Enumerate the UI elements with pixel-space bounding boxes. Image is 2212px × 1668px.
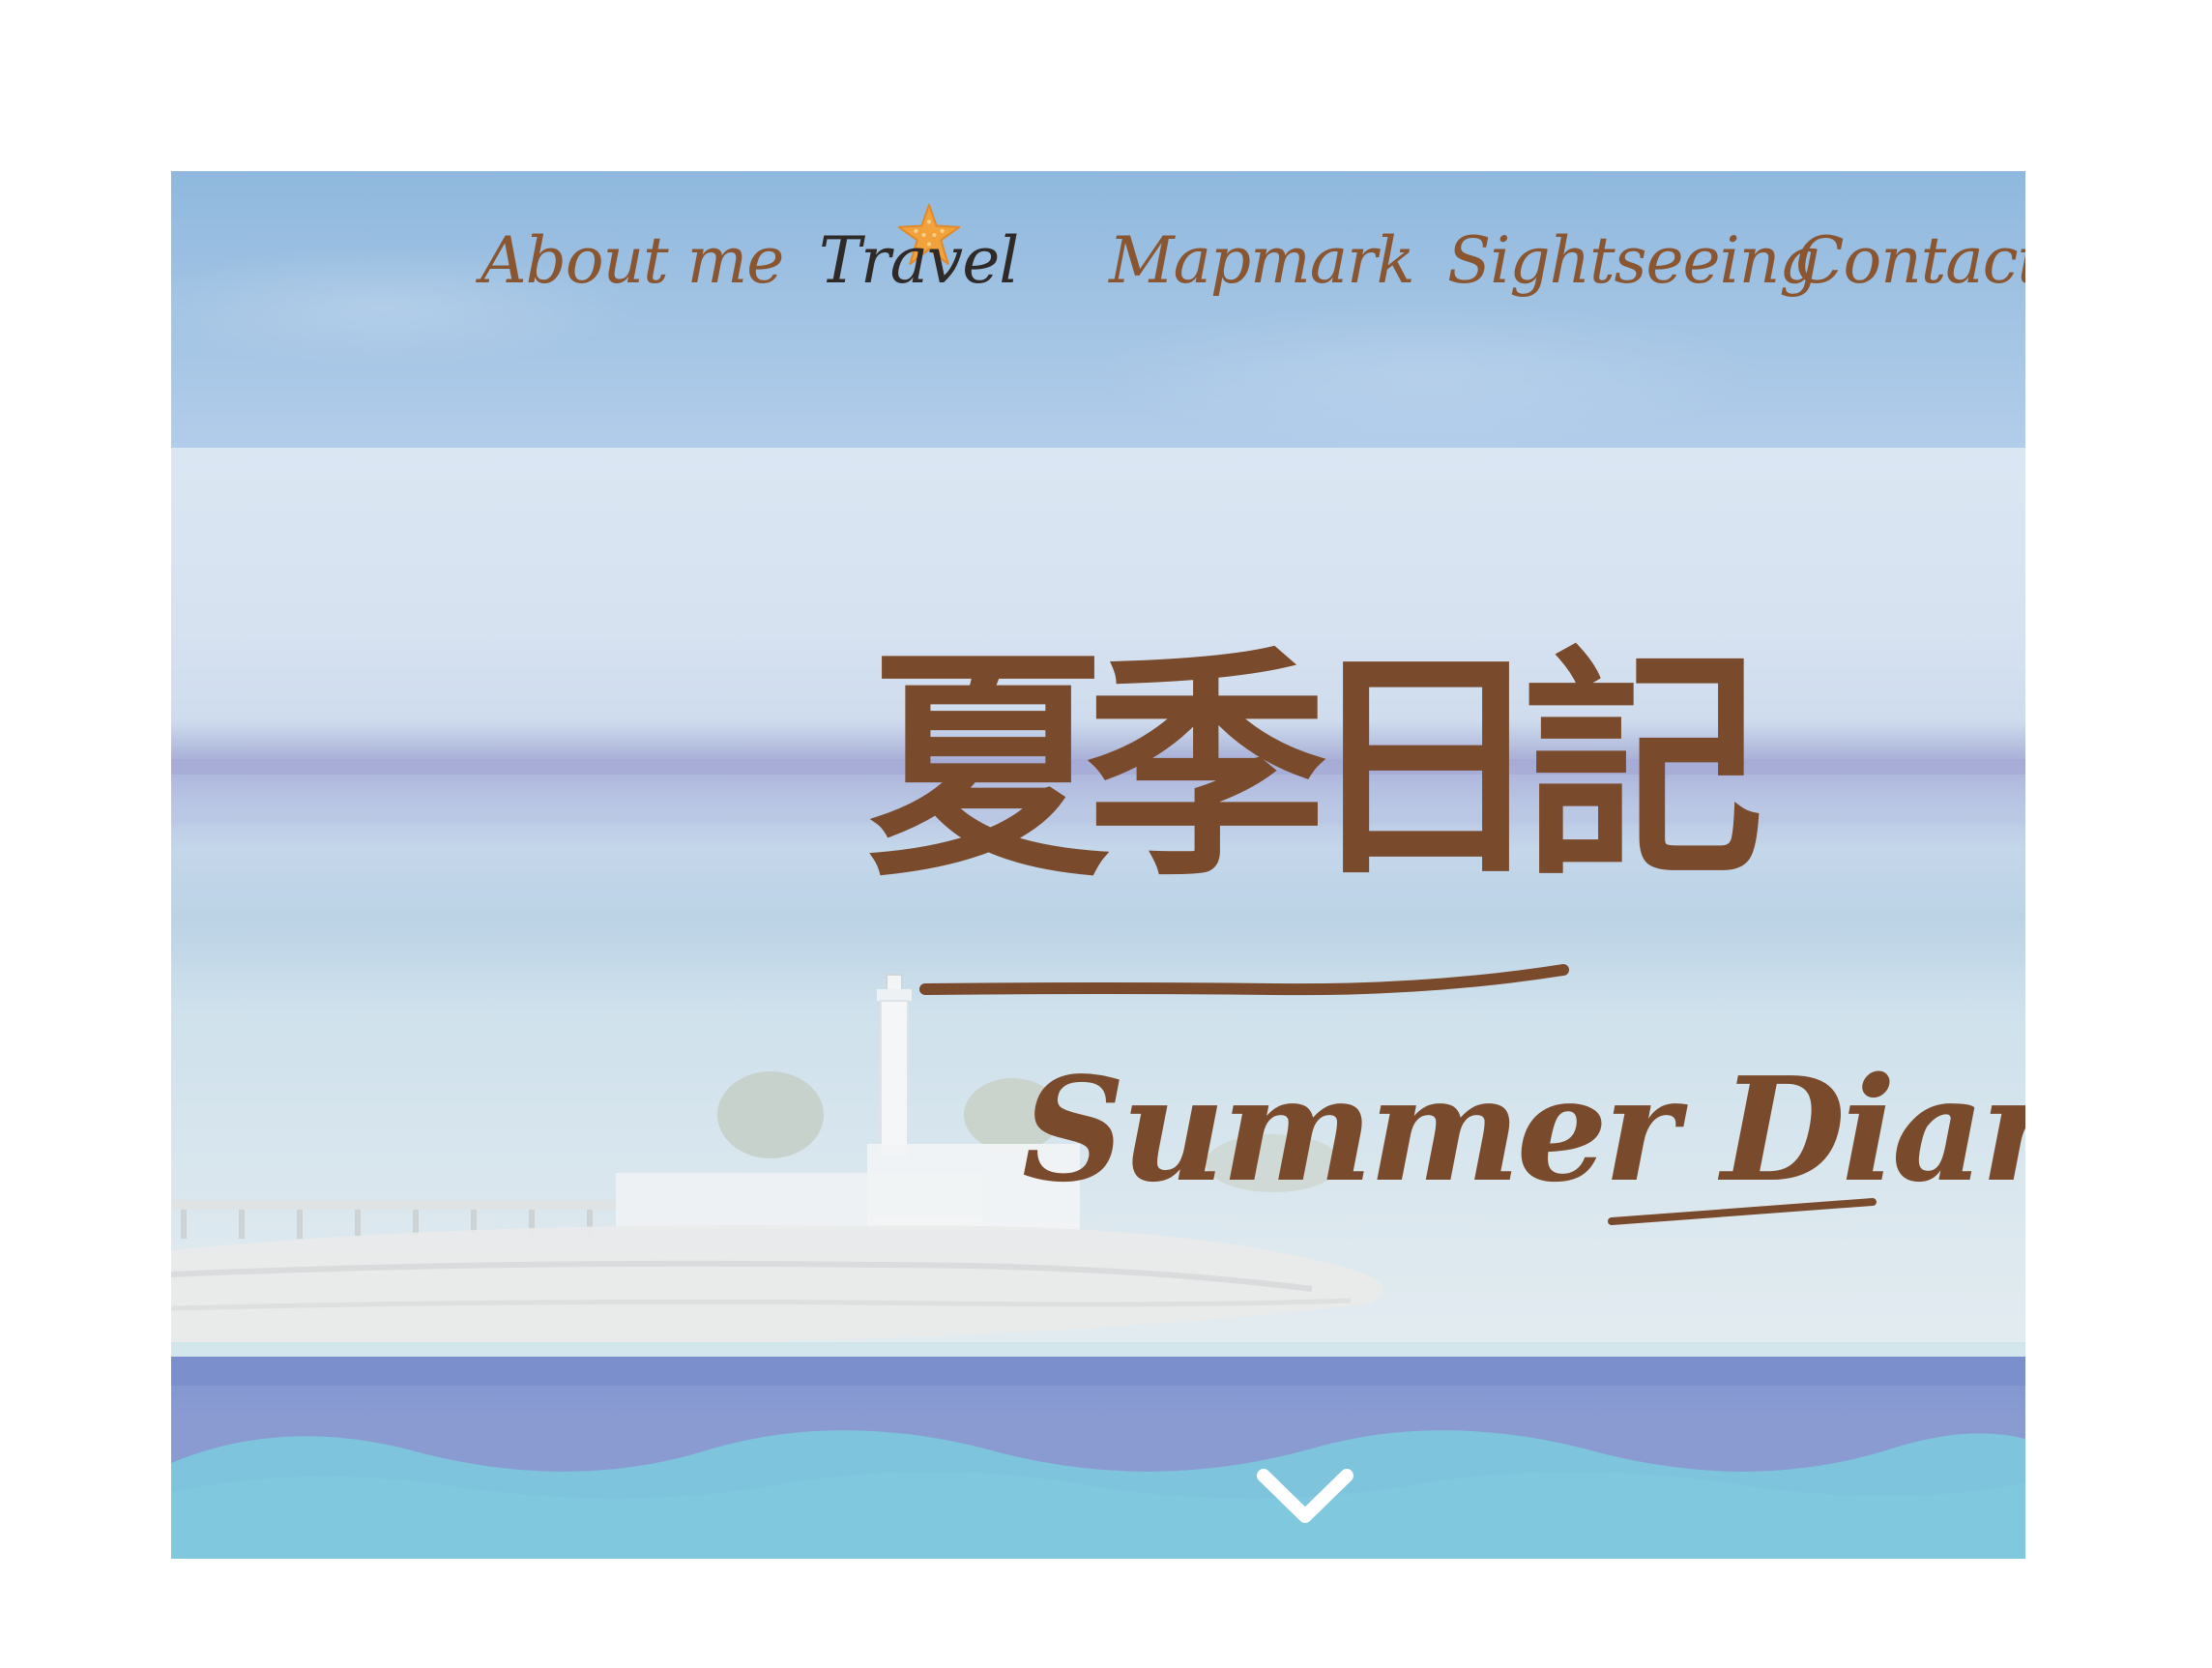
chevron-down-icon[interactable] <box>1252 1462 1358 1530</box>
main-nav: About me Travel Mapmark Sightseeing Cont… <box>171 171 2025 448</box>
nav-item-contact[interactable]: Contact m <box>1795 208 2025 314</box>
nav-item-about-me[interactable]: About me <box>480 208 784 314</box>
nav-item-mapmark[interactable]: Mapmark <box>1109 208 1415 314</box>
title-underline-stroke <box>919 964 1877 1225</box>
sea-wave-illustration <box>171 1357 2025 1559</box>
nav-item-sightseeing[interactable]: Sightseeing <box>1447 208 1819 314</box>
page-frame: About me Travel Mapmark Sightseeing Cont… <box>171 171 2025 1559</box>
nav-item-travel[interactable]: Travel <box>819 203 1019 314</box>
wave-footer-band <box>171 1357 2025 1559</box>
hero-banner: 夏季日記 Summer Diary <box>171 448 2025 1357</box>
nav-item-travel-label: Travel <box>819 223 1019 298</box>
